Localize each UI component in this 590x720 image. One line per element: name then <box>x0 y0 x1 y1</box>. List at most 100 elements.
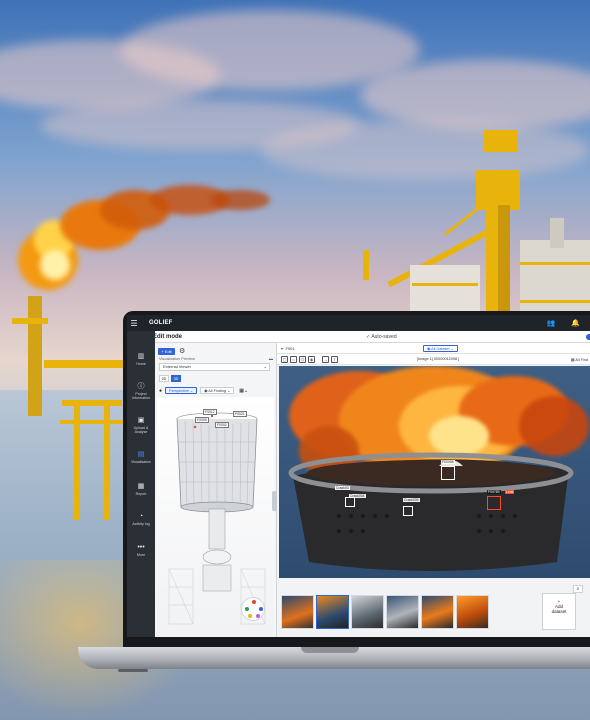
all-findings-label: All Find <box>575 358 588 362</box>
circle-tool-icon[interactable]: ○ <box>290 356 297 363</box>
finding-tag[interactable]: F0021 <box>233 411 247 417</box>
annotation-label[interactable]: Crack03 <box>335 486 350 490</box>
nav-visualisation-label: Visualisation <box>130 460 152 464</box>
add-dataset-label-2: dataset <box>551 608 567 614</box>
view-select[interactable]: External Viewer ⌄ <box>159 363 270 371</box>
nav-report[interactable]: ▦ Report <box>127 483 155 496</box>
report-icon: ▦ <box>137 483 145 490</box>
nav-upload-analyse[interactable]: ▣ Upload & Analyse <box>127 417 155 434</box>
nav-project-information-label: Project Information <box>132 392 150 401</box>
annotation-box[interactable] <box>403 506 413 516</box>
nav-project-information[interactable]: ⓘ Project Information <box>127 383 155 400</box>
3d-model-viewport[interactable]: F0012 F0021 F0009 F0002 <box>157 397 274 636</box>
arrow-tool-icon[interactable]: → <box>322 356 329 363</box>
notification-icon[interactable]: 🔔 <box>571 319 580 327</box>
annotation-box-alert[interactable] <box>487 496 501 510</box>
nav-report-label: Report <box>135 492 147 496</box>
finding-id-text: F001 <box>285 345 295 351</box>
finding-tag[interactable]: F0002 <box>215 422 229 428</box>
side-nav: ▥ Home ⓘ Project Information ▣ Upload & … <box>127 331 155 637</box>
users-icon[interactable]: 👥 <box>547 319 556 327</box>
dataset-label: All Dataset <box>431 347 450 351</box>
perspective-dropdown[interactable]: Perspective ⌄ <box>165 387 198 394</box>
orbit-control[interactable] <box>241 597 265 621</box>
rectangle-tool-icon[interactable]: ▢ <box>281 356 288 363</box>
orbit-dot <box>248 614 252 618</box>
edit-mode-title: Edit mode <box>153 333 183 340</box>
autosave-text: Auto-saved <box>371 333 397 340</box>
thumbnail[interactable] <box>386 595 419 629</box>
thumbnail[interactable] <box>456 595 489 629</box>
visualisation-panel: + Edit ⚙ Visualisation Preview ▬ Externa… <box>155 343 277 637</box>
chevron-down-icon: ⌄ <box>263 364 267 369</box>
laptop-foot <box>118 669 148 672</box>
upload-icon: ▣ <box>137 417 145 424</box>
thumbnail-strip: ⌕ + Add dataset <box>277 585 590 637</box>
flare-drum <box>288 452 574 571</box>
nav-more[interactable]: ••• More <box>127 544 155 557</box>
nav-more-label: More <box>136 553 146 557</box>
annotation-box[interactable] <box>441 466 455 480</box>
finding-tag[interactable]: F0009 <box>195 417 209 423</box>
edit-button[interactable]: + Edit <box>158 348 175 355</box>
all-finding-dropdown[interactable]: ◉ All Finding ⌄ <box>200 387 235 394</box>
image-panel: ⇤ F001 ◉ All Dataset ⌄ ▢ ○ ⬠ ◈ → T [Imag… <box>277 343 590 637</box>
nav-activity-log-label: Activity log <box>132 522 150 526</box>
section-title: Visualisation Preview <box>159 357 195 361</box>
edit-bar: Edit mode ✓ Auto-saved <box>127 331 590 343</box>
nav-activity-log[interactable]: ◔ Activity log <box>127 513 155 526</box>
text-tool-icon[interactable]: T <box>331 356 338 363</box>
gear-icon[interactable]: ⚙ <box>179 347 185 355</box>
toggle-3d[interactable]: 3D <box>171 375 181 382</box>
home-icon: ▥ <box>137 353 145 360</box>
annotation-label[interactable]: Crack004 <box>349 494 366 498</box>
view-select-value: External Viewer <box>163 364 191 369</box>
app-screen: ☰ GOLIEF 👥 🔔 Edit mode ✓ Auto-saved ▥ Ho… <box>127 315 590 637</box>
orbit-dot <box>259 607 263 611</box>
info-icon: ⓘ <box>137 383 145 390</box>
dataset-dropdown[interactable]: ◉ All Dataset ⌄ <box>423 345 458 352</box>
zoom-icon[interactable]: ⌕ <box>573 585 583 593</box>
annotation-label[interactable]: Crack005 <box>403 498 420 502</box>
inspection-image[interactable]: F00098 Crack03 Crack004 Crack005 F00789 … <box>279 366 590 578</box>
finding-tag[interactable]: F0012 <box>203 409 217 415</box>
top-bar: ☰ GOLIEF 👥 🔔 <box>127 315 590 331</box>
all-finding-label: All Finding <box>208 389 227 393</box>
info-circle-icon[interactable]: ● <box>159 388 162 394</box>
annotation-toolbar: ▢ ○ ⬠ ◈ → T [Image 1] 00000012098 ] ▦ Al… <box>277 354 590 365</box>
laptop-notch <box>301 647 359 653</box>
polygon-tool-icon[interactable]: ⬠ <box>299 356 306 363</box>
thumbnail[interactable] <box>351 595 384 629</box>
annotation-box[interactable] <box>345 497 355 507</box>
more-icon: ••• <box>137 544 145 551</box>
thumbnail-selected[interactable] <box>316 595 349 629</box>
eraser-tool-icon[interactable]: ◈ <box>308 356 315 363</box>
orbit-dot <box>256 614 260 618</box>
nav-home-label: Home <box>136 362 146 366</box>
all-findings-filter[interactable]: ▦ All Find <box>571 357 588 362</box>
orbit-dot <box>252 600 256 604</box>
orbit-dot <box>245 607 249 611</box>
autosave-status: ✓ Auto-saved <box>366 333 397 340</box>
finding-id: ⇤ F001 <box>281 345 295 351</box>
activity-icon: ◔ <box>138 513 144 520</box>
nav-visualisation[interactable]: ▤ Visualisation <box>127 451 155 464</box>
nav-upload-analyse-label: Upload & Analyse <box>133 426 149 435</box>
annotation-label[interactable]: F00789 <box>487 490 501 494</box>
perspective-label: Perspective <box>169 389 189 393</box>
add-dataset-button[interactable]: + Add dataset <box>542 593 576 630</box>
layers-icon[interactable]: ▦⌄ <box>239 388 248 394</box>
panel-menu-icon[interactable]: ▬ <box>269 356 273 361</box>
thumbnail[interactable] <box>421 595 454 629</box>
toggle-2d[interactable]: 2D <box>159 375 169 382</box>
status-dot <box>586 334 590 340</box>
leak-badge[interactable]: Leak <box>505 490 515 494</box>
visualisation-icon: ▤ <box>137 451 145 458</box>
image-name: [Image 1] 00000012098 ] <box>417 357 460 361</box>
image-panel-header: ⇤ F001 ◉ All Dataset ⌄ <box>277 343 590 354</box>
annotation-label[interactable]: F00098 <box>441 460 455 464</box>
menu-icon[interactable]: ☰ <box>127 319 141 328</box>
app-logo: GOLIEF <box>149 320 173 326</box>
nav-home[interactable]: ▥ Home <box>127 353 155 366</box>
thumbnail[interactable] <box>281 595 314 629</box>
